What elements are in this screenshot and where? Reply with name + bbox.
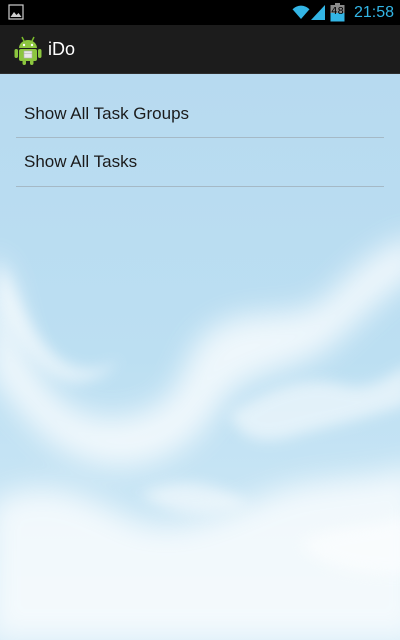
signal-icon bbox=[311, 5, 325, 20]
main-content: Show All Task Groups Show All Tasks bbox=[0, 74, 400, 640]
clock: 21:58 bbox=[353, 4, 394, 21]
show-all-task-groups-item[interactable]: Show All Task Groups bbox=[16, 90, 384, 138]
action-bar: iDo bbox=[0, 25, 400, 74]
wifi-icon bbox=[292, 5, 310, 19]
show-all-tasks-item[interactable]: Show All Tasks bbox=[16, 138, 384, 187]
app-title: iDo bbox=[48, 39, 76, 59]
app-screen: 48 21:58 iDo Show All Task Groups Show A… bbox=[0, 0, 400, 640]
android-app-icon[interactable] bbox=[14, 35, 42, 65]
status-bar: 48 21:58 bbox=[0, 0, 400, 25]
image-notification-icon bbox=[8, 4, 24, 20]
battery-level-text: 48 bbox=[331, 6, 344, 17]
menu-list: Show All Task Groups Show All Tasks bbox=[16, 90, 384, 187]
